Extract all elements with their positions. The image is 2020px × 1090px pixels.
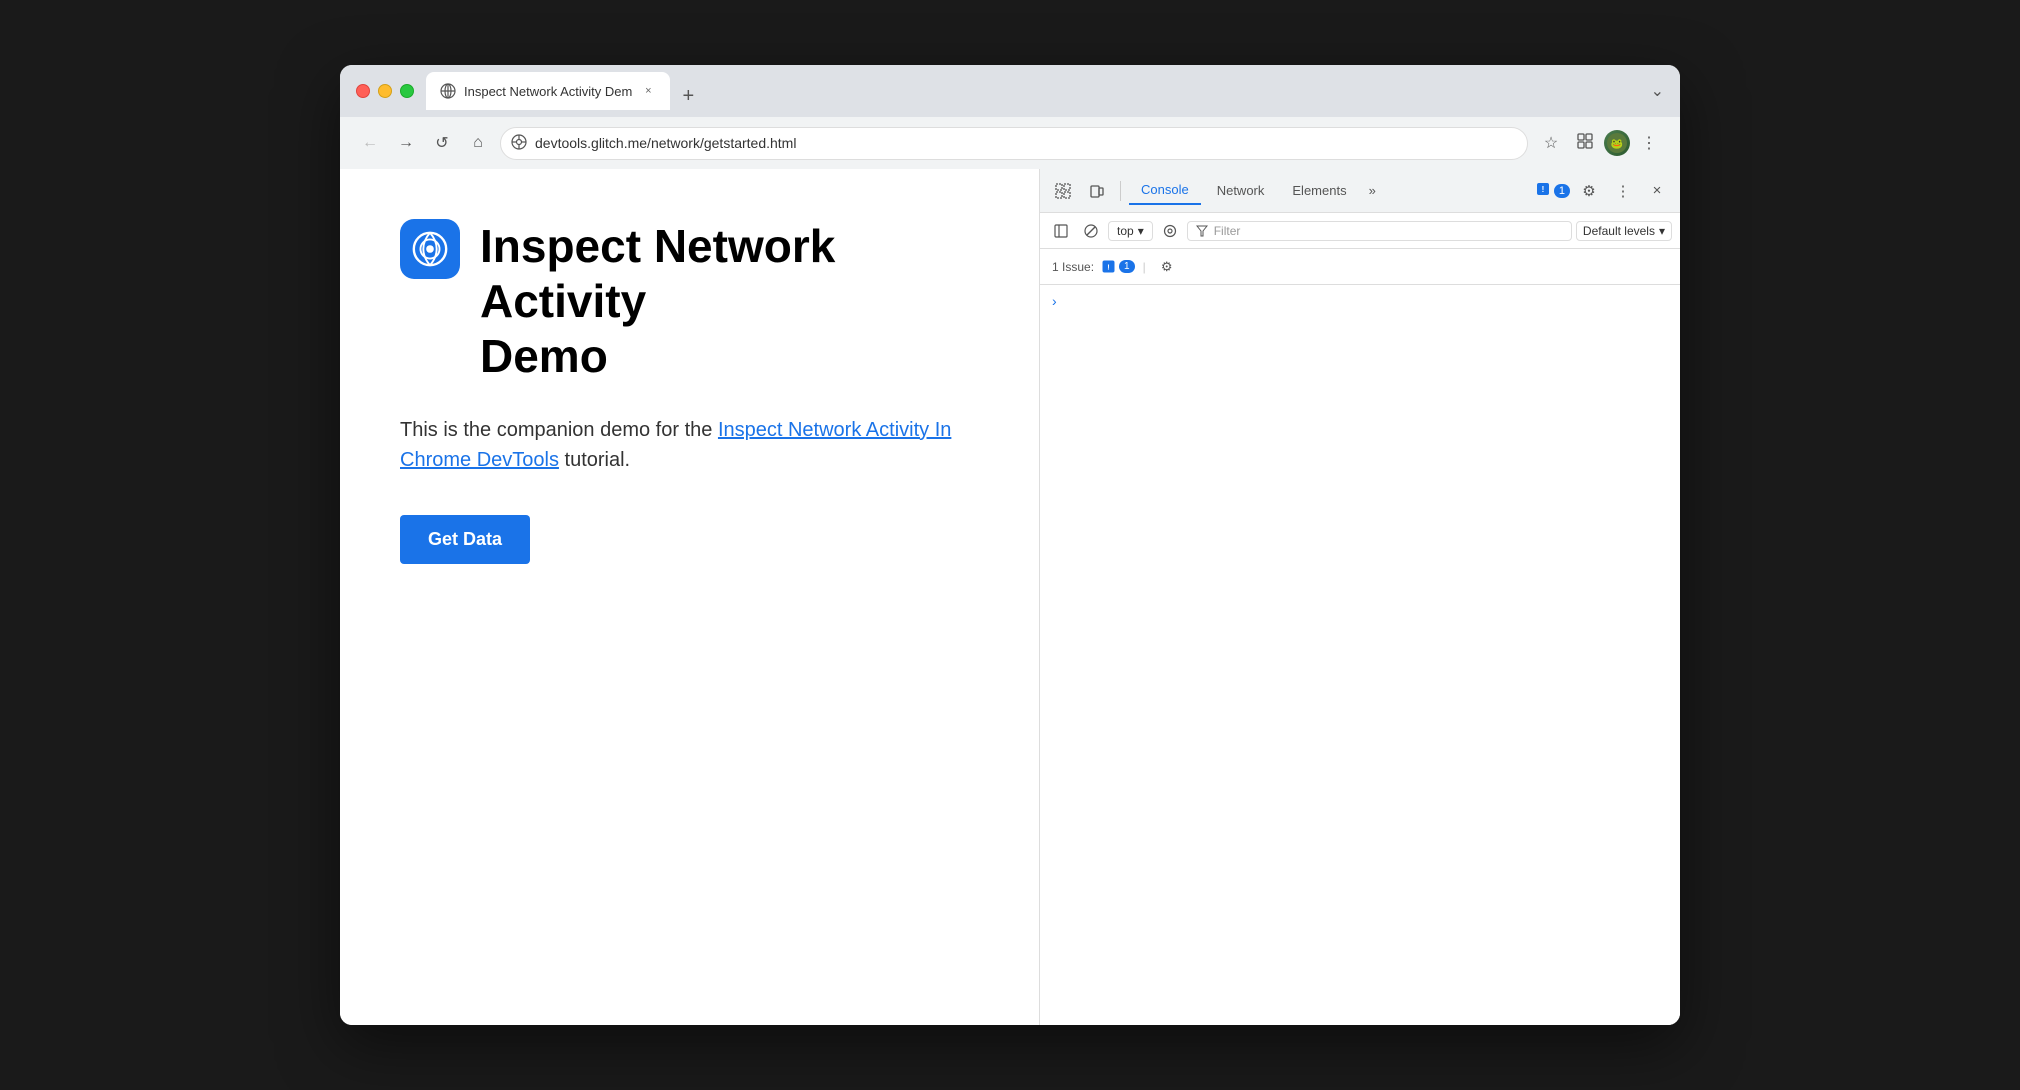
issues-tab-count: ! 1 — [1536, 182, 1570, 199]
browser-menu-button[interactable]: ⋮ — [1634, 128, 1664, 158]
window-controls-chevron[interactable]: ⌄ — [1651, 81, 1664, 101]
issues-count: 1 — [1119, 260, 1135, 273]
profile-avatar[interactable]: 🐸 — [1604, 130, 1630, 156]
home-icon: ⌂ — [473, 134, 483, 152]
issues-separator: | — [1143, 260, 1146, 274]
console-sidebar-button[interactable] — [1048, 218, 1074, 244]
issues-small-icon: ! — [1102, 260, 1115, 273]
page-title: Inspect Network Activity Demo — [480, 219, 979, 385]
tab-divider — [1120, 181, 1121, 201]
live-expressions-button[interactable] — [1157, 218, 1183, 244]
traffic-lights — [356, 84, 414, 98]
page-description: This is the companion demo for the Inspe… — [400, 415, 979, 475]
levels-dropdown-icon: ▾ — [1659, 224, 1665, 238]
levels-label: Default levels — [1583, 224, 1655, 238]
reload-button[interactable]: ↺ — [428, 129, 456, 157]
svg-text:!: ! — [1107, 263, 1110, 272]
address-security-icon — [511, 134, 527, 153]
top-label: top — [1117, 224, 1134, 238]
device-toggle-button[interactable] — [1082, 176, 1112, 206]
devtools-close-button[interactable]: × — [1642, 176, 1672, 206]
issues-count-badge: 1 — [1554, 184, 1570, 198]
issues-bar: 1 Issue: ! 1 | ⚙ — [1040, 249, 1680, 285]
devtools-more-icon: ⋮ — [1616, 182, 1631, 200]
top-dropdown-icon: ▾ — [1138, 224, 1144, 238]
forward-icon: → — [398, 134, 414, 152]
site-logo — [400, 219, 460, 279]
extensions-icon — [1576, 132, 1594, 155]
tab-close-button[interactable]: × — [640, 83, 656, 99]
address-bar[interactable]: devtools.glitch.me/network/getstarted.ht… — [500, 127, 1528, 160]
new-tab-button[interactable]: + — [674, 82, 702, 110]
toolbar-right-buttons: ☆ 🐸 ⋮ — [1536, 128, 1664, 158]
page-header: Inspect Network Activity Demo — [400, 219, 979, 385]
console-output-area: › — [1040, 285, 1680, 1025]
devtools-panel: Console Network Elements » ! — [1040, 169, 1680, 1025]
back-button[interactable]: ← — [356, 129, 384, 157]
svg-text:!: ! — [1542, 185, 1545, 194]
forward-button[interactable]: → — [392, 129, 420, 157]
tab-title: Inspect Network Activity Dem — [464, 84, 632, 99]
log-levels-selector[interactable]: Default levels ▾ — [1576, 221, 1672, 241]
tab-network[interactable]: Network — [1205, 177, 1277, 204]
more-tabs-button[interactable]: » — [1363, 179, 1382, 202]
svg-text:🐸: 🐸 — [1611, 138, 1623, 150]
console-clear-button[interactable] — [1078, 218, 1104, 244]
issues-settings-button[interactable]: ⚙ — [1154, 254, 1180, 280]
tabs-area: Inspect Network Activity Dem × + — [426, 72, 1639, 110]
bookmark-icon: ☆ — [1544, 133, 1558, 153]
inspect-element-button[interactable] — [1048, 176, 1078, 206]
issues-count-area[interactable]: ! 1 — [1102, 260, 1135, 273]
maximize-traffic-light[interactable] — [400, 84, 414, 98]
title-bar: Inspect Network Activity Dem × + ⌄ — [340, 65, 1680, 117]
browser-toolbar: ← → ↺ ⌂ devtools.glitch.me/n — [340, 117, 1680, 169]
reload-icon: ↺ — [435, 133, 448, 153]
issues-label: 1 Issue: — [1052, 260, 1094, 274]
back-icon: ← — [362, 134, 378, 152]
browser-content: Inspect Network Activity Demo This is th… — [340, 169, 1680, 1025]
console-filter[interactable]: Filter — [1187, 221, 1572, 241]
tab-favicon-icon — [440, 83, 456, 99]
console-toolbar: top ▾ Filter Default levels — [1040, 213, 1680, 249]
address-text: devtools.glitch.me/network/getstarted.ht… — [535, 135, 1513, 151]
devtools-tabs: Console Network Elements » ! — [1040, 169, 1680, 213]
settings-gear-icon: ⚙ — [1582, 182, 1595, 200]
webpage-area: Inspect Network Activity Demo This is th… — [340, 169, 1040, 1025]
get-data-button[interactable]: Get Data — [400, 515, 530, 564]
active-tab[interactable]: Inspect Network Activity Dem × — [426, 72, 670, 110]
browser-window: Inspect Network Activity Dem × + ⌄ ← → ↺… — [340, 65, 1680, 1025]
console-prompt-chevron[interactable]: › — [1048, 289, 1061, 313]
devtools-tabs-right: ! 1 ⚙ ⋮ × — [1536, 176, 1672, 206]
home-button[interactable]: ⌂ — [464, 129, 492, 157]
tab-console[interactable]: Console — [1129, 176, 1201, 205]
bookmark-button[interactable]: ☆ — [1536, 128, 1566, 158]
top-context-selector[interactable]: top ▾ — [1108, 221, 1153, 241]
devtools-close-icon: × — [1653, 182, 1662, 199]
extensions-button[interactable] — [1570, 128, 1600, 158]
minimize-traffic-light[interactable] — [378, 84, 392, 98]
filter-icon — [1196, 225, 1208, 237]
devtools-settings-button[interactable]: ⚙ — [1574, 176, 1604, 206]
tab-elements[interactable]: Elements — [1280, 177, 1358, 204]
issues-icon: ! — [1536, 182, 1550, 199]
close-traffic-light[interactable] — [356, 84, 370, 98]
browser-menu-icon: ⋮ — [1641, 133, 1657, 153]
devtools-more-menu-button[interactable]: ⋮ — [1608, 176, 1638, 206]
issues-gear-icon: ⚙ — [1161, 259, 1173, 275]
filter-placeholder: Filter — [1214, 224, 1241, 238]
